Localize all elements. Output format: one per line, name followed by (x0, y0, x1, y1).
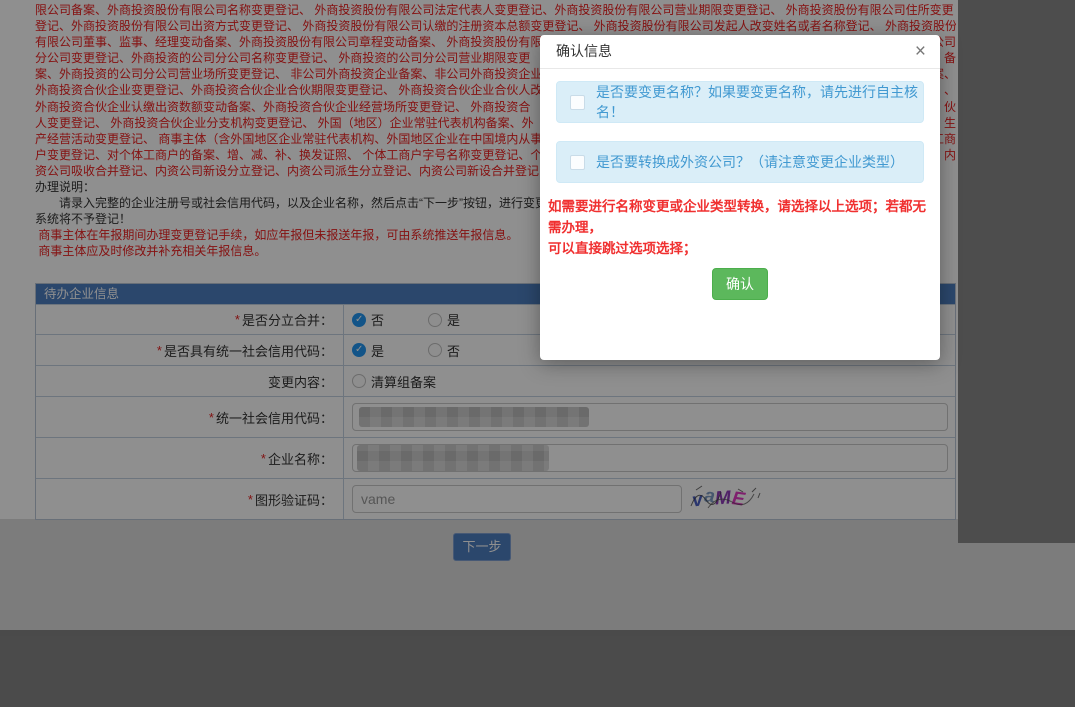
close-icon[interactable]: × (915, 35, 926, 68)
modal-warning-text: 如需要进行名称变更或企业类型转换，请选择以上选项；若都无需办理，可以直接跳过选项… (548, 196, 932, 259)
warning-line: 可以直接跳过选项选择； (548, 238, 932, 259)
warning-line: 如需要进行名称变更或企业类型转换，请选择以上选项；若都无需办理， (548, 196, 932, 238)
modal-options: 是否要变更名称？如果要变更名称，请先进行自主核名！ 是否要转换成外资公司？（请注意… (540, 81, 940, 183)
checkbox-icon[interactable] (570, 155, 585, 170)
modal-title: 确认信息 (556, 43, 612, 59)
foreign-conversion-option[interactable]: 是否要转换成外资公司？（请注意变更企业类型） (556, 141, 924, 183)
option-label: 是否要变更名称？如果要变更名称，请先进行自主核名！ (596, 82, 923, 122)
modal-header: 确认信息 × (540, 35, 940, 69)
name-change-option[interactable]: 是否要变更名称？如果要变更名称，请先进行自主核名！ (556, 81, 924, 123)
checkbox-icon[interactable] (570, 95, 585, 110)
confirm-info-modal: 确认信息 × 是否要变更名称？如果要变更名称，请先进行自主核名！ 是否要转换成外资… (540, 35, 940, 360)
option-label: 是否要转换成外资公司？（请注意变更企业类型） (596, 152, 904, 172)
confirm-button[interactable]: 确认 (712, 268, 768, 300)
